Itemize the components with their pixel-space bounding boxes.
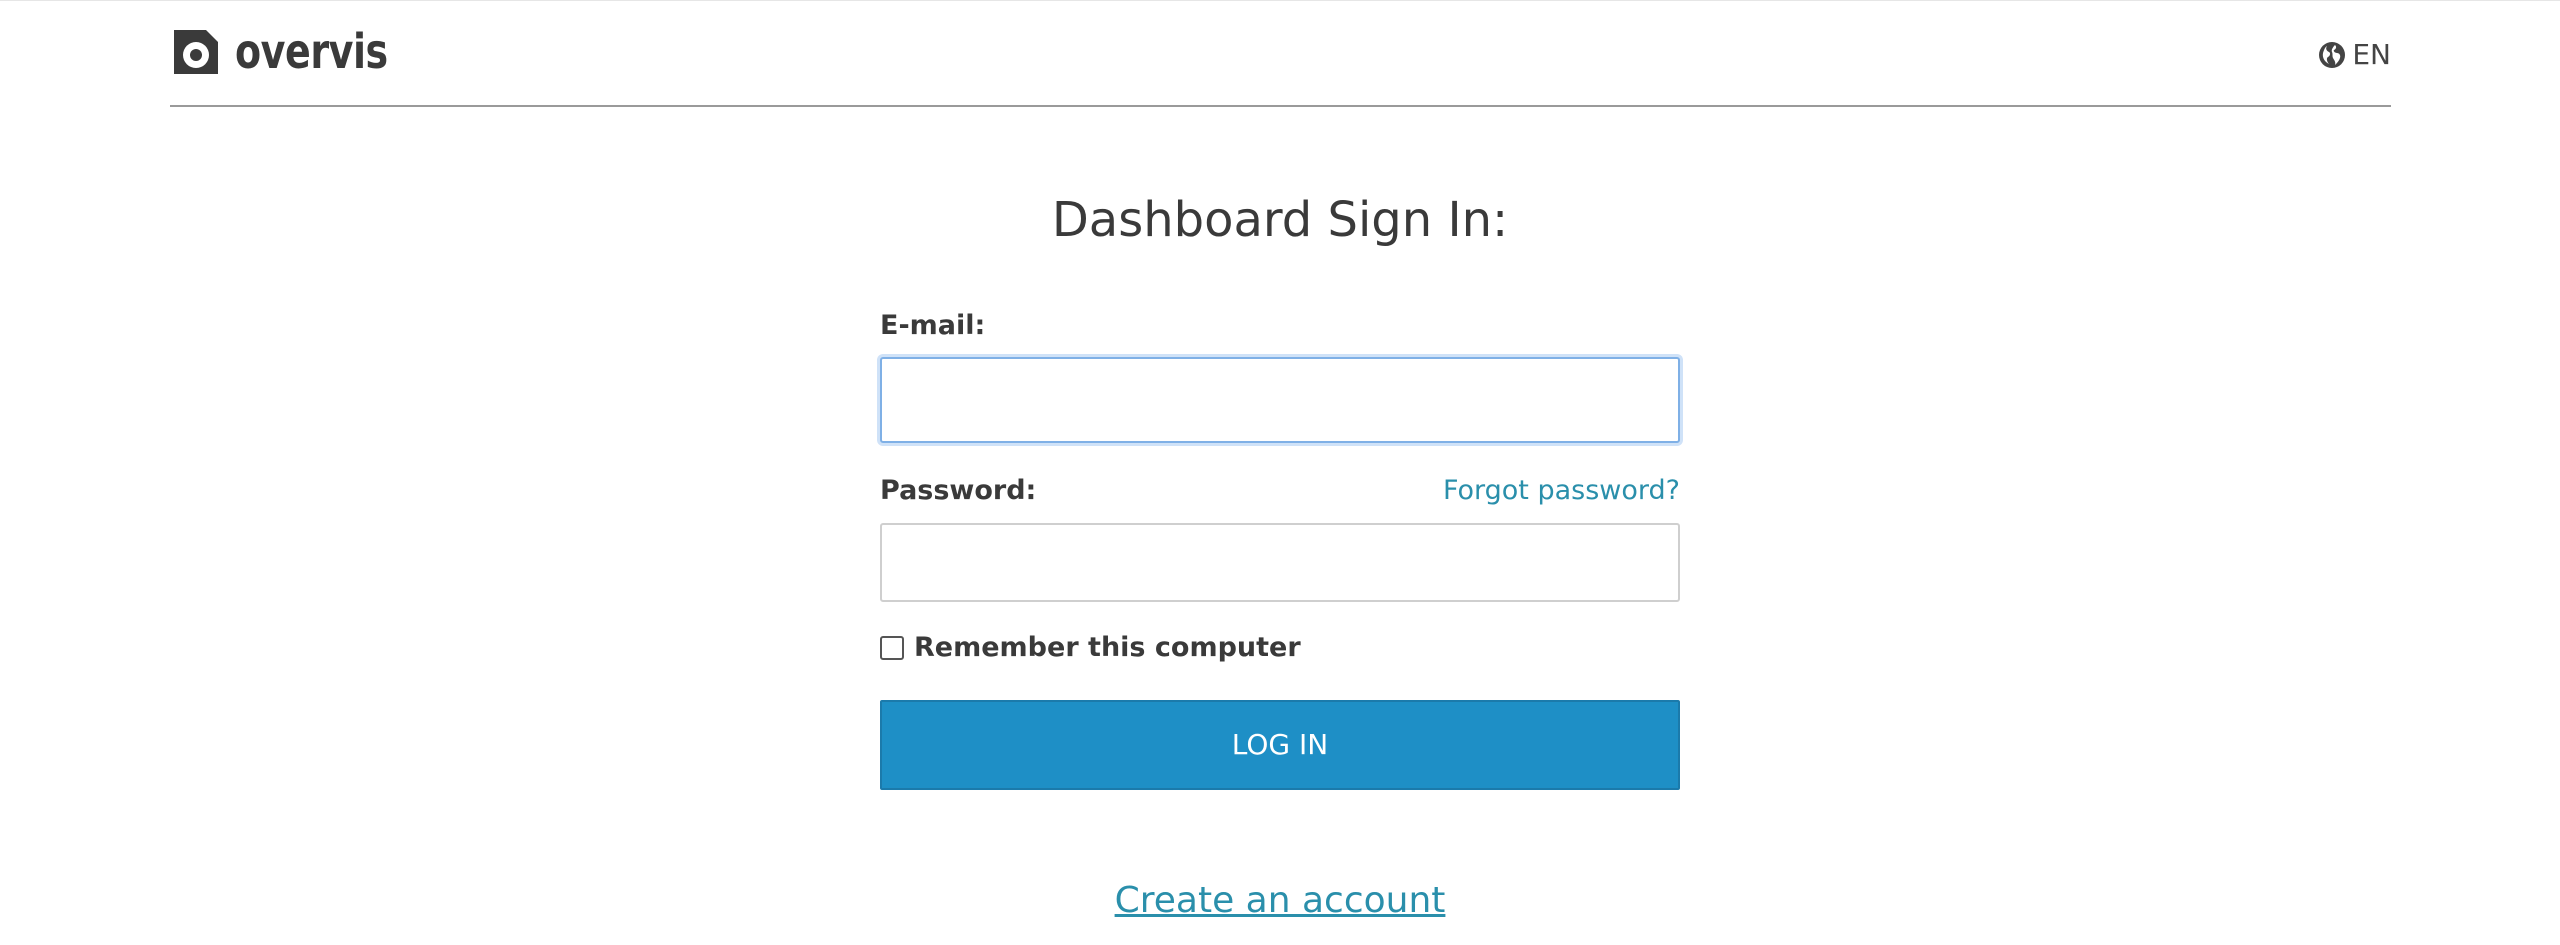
brand-name: overvis	[235, 24, 388, 80]
page-title: Dashboard Sign In:	[1051, 192, 1509, 248]
language-selector[interactable]: EN	[2318, 38, 2391, 71]
overvis-logo-icon	[174, 30, 218, 74]
site-header: overvis EN	[170, 0, 2391, 107]
create-account-link[interactable]: Create an account	[0, 878, 2560, 924]
email-label: E-mail:	[880, 310, 986, 341]
password-input[interactable]	[880, 523, 1680, 602]
language-label: EN	[2352, 38, 2391, 71]
brand-logo[interactable]: overvis	[170, 24, 409, 80]
remember-me[interactable]: Remember this computer	[880, 630, 1301, 666]
login-button[interactable]: LOG IN	[880, 700, 1680, 790]
globe-icon	[2319, 41, 2346, 68]
remember-checkbox[interactable]	[880, 636, 904, 660]
password-label: Password:	[880, 475, 1037, 506]
forgot-password-link[interactable]: Forgot password?	[1443, 473, 1680, 509]
email-input[interactable]	[880, 357, 1680, 443]
remember-label: Remember this computer	[914, 632, 1301, 663]
